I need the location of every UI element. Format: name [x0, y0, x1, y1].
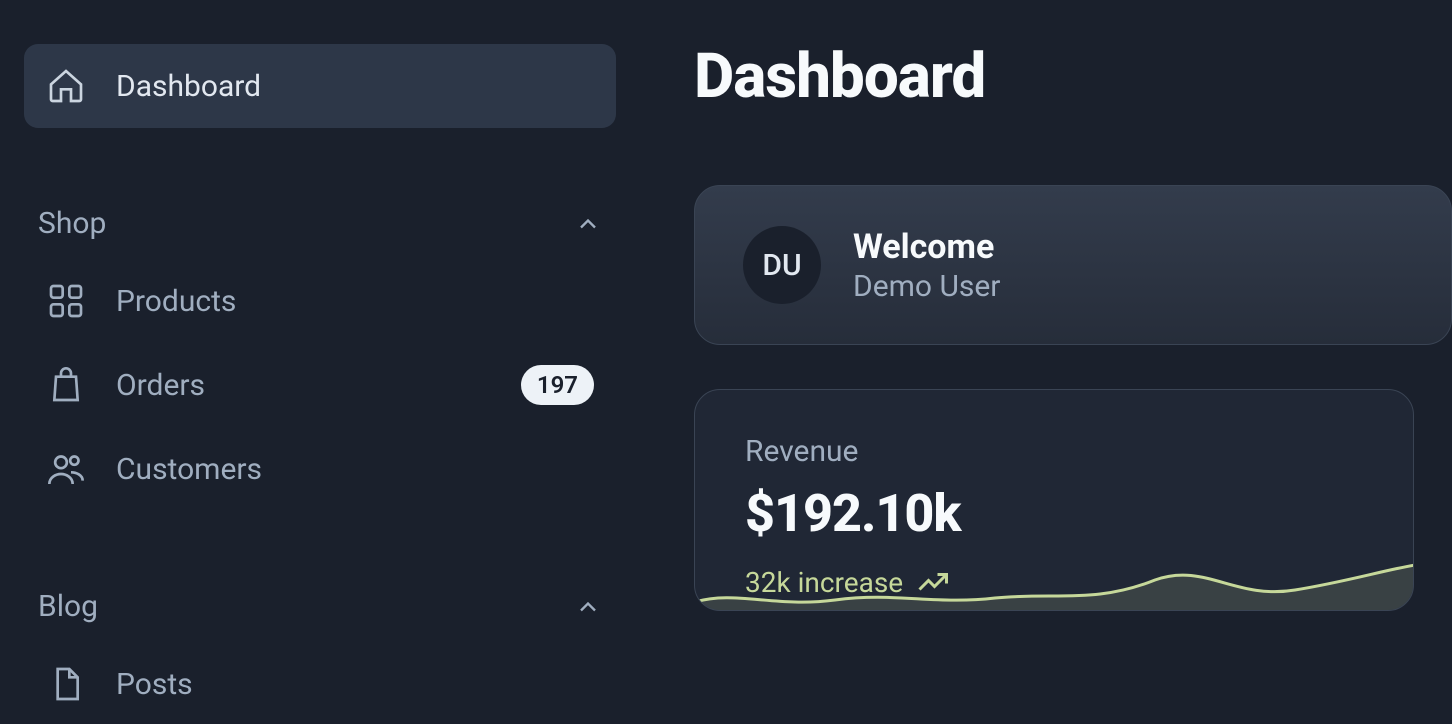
sidebar-item-orders[interactable]: Orders 197: [24, 343, 616, 427]
document-icon: [46, 664, 86, 704]
stat-card-revenue[interactable]: Revenue $192.10k 32k increase: [694, 389, 1414, 611]
welcome-text: Welcome Demo User: [853, 227, 1000, 304]
shopping-bag-icon: [46, 365, 86, 405]
sparkline: [695, 560, 1414, 610]
avatar: DU: [743, 226, 821, 304]
stat-value: $192.10k: [745, 483, 1363, 544]
sidebar-section-shop[interactable]: Shop: [24, 188, 616, 259]
sidebar-item-label: Orders: [116, 368, 491, 403]
orders-badge: 197: [521, 365, 594, 405]
page-title: Dashboard: [694, 40, 1452, 113]
sidebar-item-label: Customers: [116, 452, 594, 487]
sidebar-item-products[interactable]: Products: [24, 259, 616, 343]
welcome-username: Demo User: [853, 269, 1000, 304]
section-label: Shop: [38, 206, 106, 241]
sidebar-item-label: Posts: [116, 667, 594, 702]
stat-label: Revenue: [745, 434, 1363, 469]
users-icon: [46, 449, 86, 489]
grid-icon: [46, 281, 86, 321]
sidebar-item-dashboard[interactable]: Dashboard: [24, 44, 616, 128]
sidebar: Dashboard Shop Products Orders 197: [0, 0, 640, 724]
welcome-card: DU Welcome Demo User: [694, 185, 1452, 345]
sidebar-item-customers[interactable]: Customers: [24, 427, 616, 511]
section-label: Blog: [38, 589, 98, 624]
sidebar-section-blog[interactable]: Blog: [24, 571, 616, 642]
main-content: Dashboard DU Welcome Demo User Revenue $…: [640, 0, 1452, 724]
home-icon: [46, 66, 86, 106]
chevron-up-icon: [574, 593, 602, 621]
stats-row: Revenue $192.10k 32k increase: [694, 389, 1452, 611]
chevron-up-icon: [574, 210, 602, 238]
sidebar-item-label: Dashboard: [116, 69, 594, 104]
welcome-headline: Welcome: [853, 227, 1000, 267]
sidebar-item-posts[interactable]: Posts: [24, 642, 616, 724]
sidebar-item-label: Products: [116, 284, 594, 319]
